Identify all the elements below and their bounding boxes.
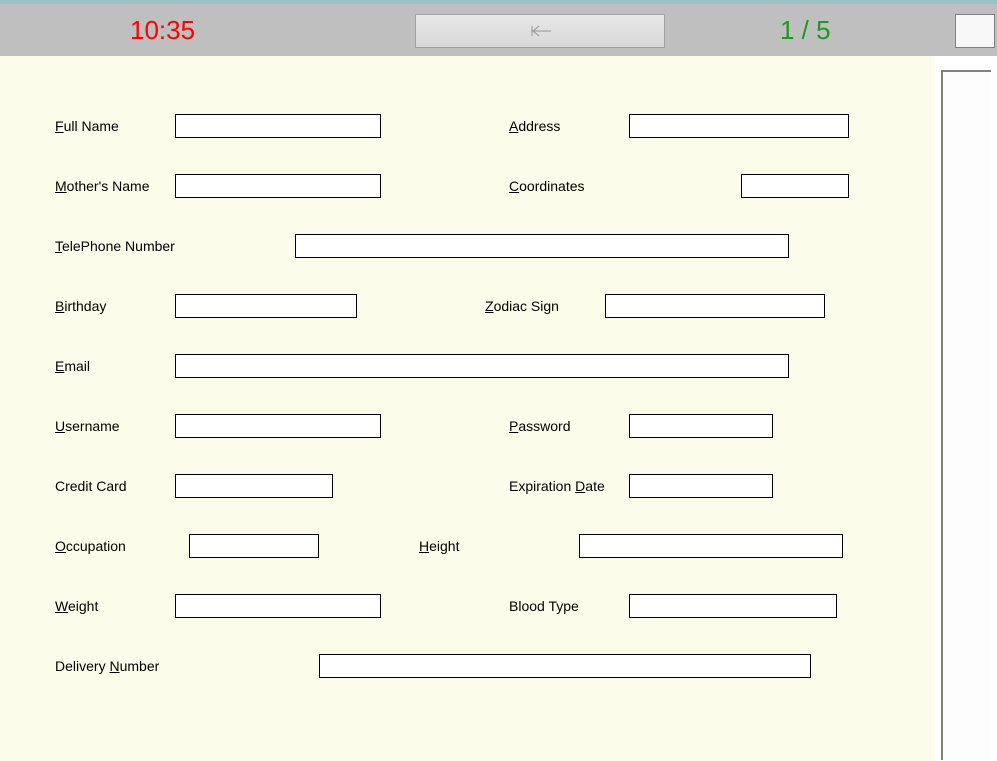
blood-type-input[interactable] (629, 594, 837, 618)
address-input[interactable] (629, 114, 849, 138)
credit-card-input[interactable] (175, 474, 333, 498)
username-input[interactable] (175, 414, 381, 438)
weight-input[interactable] (175, 594, 381, 618)
blood-type-label: Blood Type (509, 598, 629, 614)
form-row: Occupation Height (55, 516, 915, 576)
form-row: TelePhone Number (55, 216, 915, 276)
height-input[interactable] (579, 534, 843, 558)
height-label: Height (419, 538, 579, 554)
expiration-date-input[interactable] (629, 474, 773, 498)
form-row: Delivery Number (55, 636, 915, 696)
form-row: Mother's Name Coordinates (55, 156, 915, 216)
credit-card-label: Credit Card (55, 478, 175, 494)
telephone-input[interactable] (295, 234, 789, 258)
zodiac-label: Zodiac Sign (485, 298, 605, 314)
address-label: Address (509, 118, 629, 134)
occupation-label: Occupation (55, 538, 189, 554)
coordinates-input[interactable] (741, 174, 849, 198)
expiration-date-label: Expiration Date (509, 478, 629, 494)
form-row: Credit Card Expiration Date (55, 456, 915, 516)
email-input[interactable] (175, 354, 789, 378)
back-arrow-icon (529, 25, 551, 37)
weight-label: Weight (55, 598, 175, 614)
content-wrap: Full Name Address Mother's Name Coordina… (0, 56, 997, 761)
full-name-label: Full Name (55, 118, 175, 134)
zodiac-input[interactable] (605, 294, 825, 318)
email-label: Email (55, 358, 175, 374)
back-button[interactable] (415, 14, 665, 48)
side-panel (941, 70, 991, 760)
coordinates-label: Coordinates (509, 178, 741, 194)
telephone-label: TelePhone Number (55, 238, 295, 254)
password-input[interactable] (629, 414, 773, 438)
right-toolbar-button[interactable] (955, 14, 995, 48)
form-row: Username Password (55, 396, 915, 456)
delivery-number-label: Delivery Number (55, 658, 319, 674)
occupation-input[interactable] (189, 534, 319, 558)
page-progress: 1 / 5 (780, 15, 831, 46)
form-row: Email (55, 336, 915, 396)
full-name-input[interactable] (175, 114, 381, 138)
toolbar: 10:35 1 / 5 (0, 4, 997, 56)
mothers-name-label: Mother's Name (55, 178, 175, 194)
form-row: Weight Blood Type (55, 576, 915, 636)
form-row: Birthday Zodiac Sign (55, 276, 915, 336)
mothers-name-input[interactable] (175, 174, 381, 198)
birthday-input[interactable] (175, 294, 357, 318)
delivery-number-input[interactable] (319, 654, 811, 678)
timer-display: 10:35 (130, 15, 195, 46)
password-label: Password (509, 418, 629, 434)
birthday-label: Birthday (55, 298, 175, 314)
form-area: Full Name Address Mother's Name Coordina… (0, 56, 935, 761)
form-row: Full Name Address (55, 96, 915, 156)
username-label: Username (55, 418, 175, 434)
